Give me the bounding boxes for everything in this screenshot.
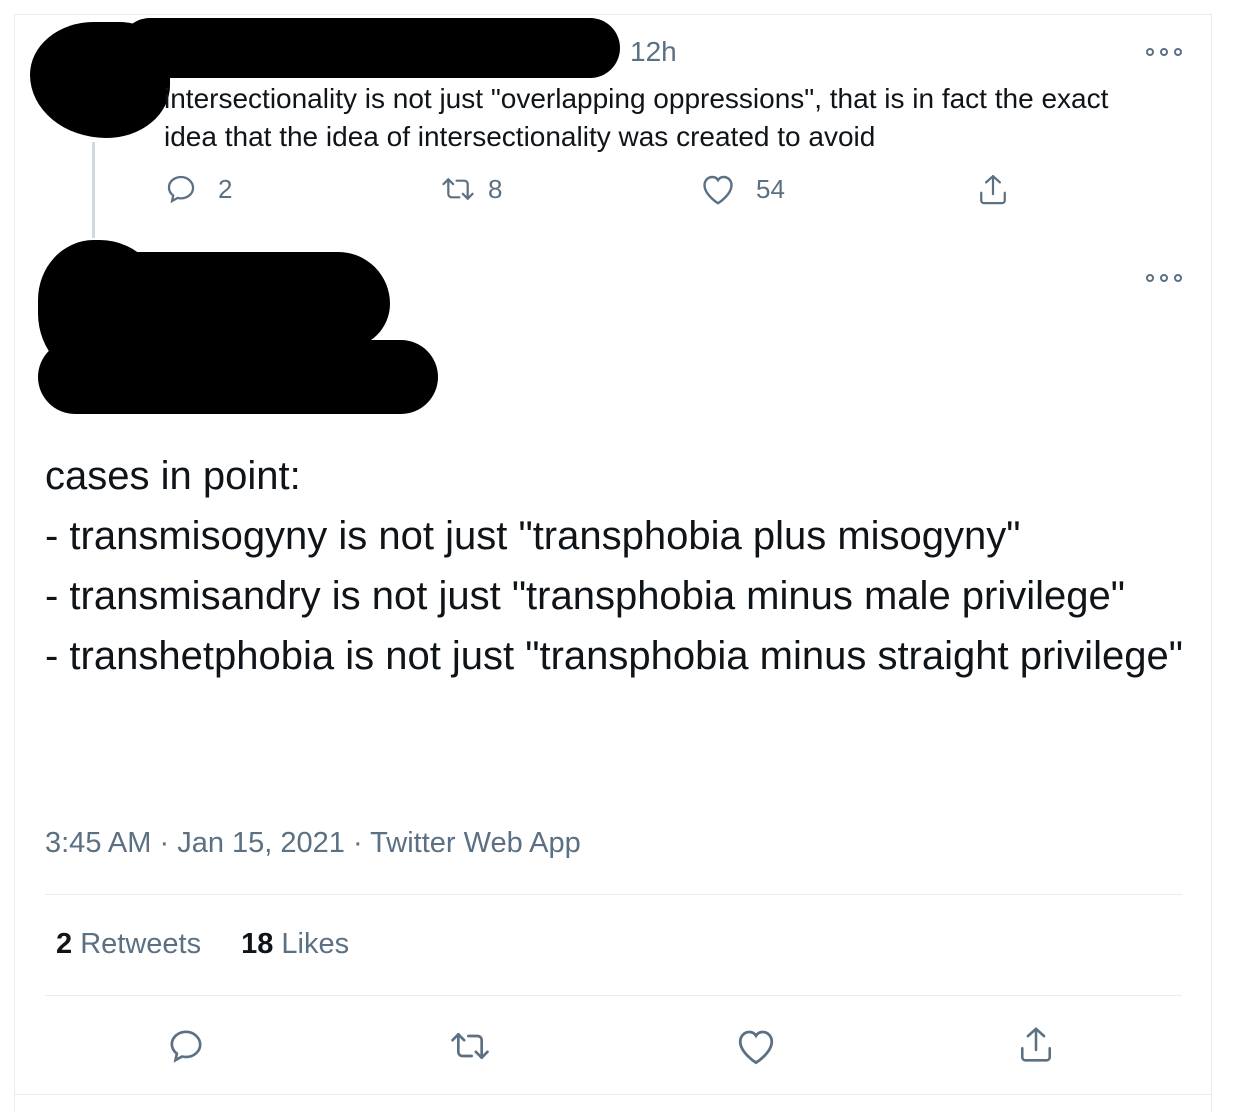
more-icon[interactable]	[1146, 271, 1182, 285]
redacted-handle-main	[38, 340, 438, 414]
retweet-count: 8	[488, 173, 503, 204]
share-icon	[1020, 1027, 1052, 1062]
tweet-meta: 3:45 AM · Jan 15, 2021 · Twitter Web App	[45, 827, 581, 860]
heart-icon	[738, 1030, 774, 1065]
redacted-name-main	[90, 252, 390, 348]
reply-action-like[interactable]: 54	[700, 172, 785, 206]
reply-action-reply[interactable]: 2	[164, 172, 232, 206]
thread-line	[92, 142, 95, 238]
main-action-retweet[interactable]	[448, 1026, 492, 1071]
meta-separator: ·	[352, 827, 371, 859]
main-action-like[interactable]	[735, 1026, 777, 1071]
reply-time-ago[interactable]: 12h	[630, 36, 677, 68]
more-icon[interactable]	[1146, 45, 1182, 59]
tweet-stats: 2 Retweets 18 Likes	[56, 928, 389, 961]
tweet-date[interactable]: Jan 15, 2021	[177, 827, 345, 859]
reply-action-retweet[interactable]: 8	[440, 172, 502, 206]
reply-action-share[interactable]	[976, 172, 1010, 208]
retweets-stat[interactable]: 2 Retweets	[56, 928, 201, 961]
tweet-time[interactable]: 3:45 AM	[45, 827, 151, 859]
main-action-reply[interactable]	[166, 1026, 206, 1071]
like-count: 54	[756, 173, 785, 204]
tweet-source[interactable]: Twitter Web App	[370, 827, 581, 859]
retweet-icon	[442, 178, 474, 200]
likes-stat[interactable]: 18 Likes	[241, 928, 349, 961]
meta-separator: ·	[159, 827, 178, 859]
retweets-label: Retweets	[80, 928, 202, 960]
reply-count: 2	[218, 173, 233, 204]
divider	[45, 995, 1182, 996]
reply-icon	[170, 1030, 202, 1063]
redacted-name-top-2	[60, 30, 360, 70]
likes-label: Likes	[281, 928, 350, 960]
reply-tweet-text: intersectionality is not just "overlappi…	[164, 83, 1109, 152]
divider	[45, 894, 1182, 895]
likes-number: 18	[241, 928, 274, 960]
reply-icon	[167, 175, 195, 204]
heart-icon	[703, 175, 733, 205]
share-icon	[980, 175, 1006, 205]
main-action-share[interactable]	[1016, 1024, 1056, 1071]
divider	[14, 1094, 1212, 1095]
tweet-page: 12h intersectionality is not just "overl…	[0, 0, 1238, 1112]
retweets-number: 2	[56, 928, 73, 960]
main-tweet-text: cases in point: - transmisogyny is not j…	[45, 454, 1183, 678]
retweet-icon	[451, 1033, 489, 1059]
